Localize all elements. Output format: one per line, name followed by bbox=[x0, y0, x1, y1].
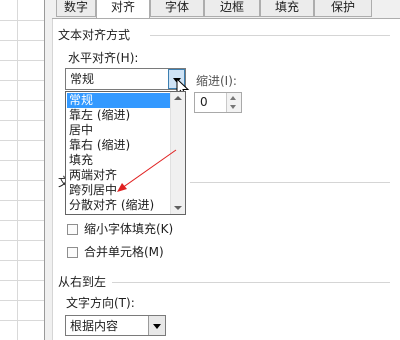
scroll-down-icon[interactable] bbox=[174, 206, 182, 210]
dropdown-button[interactable] bbox=[148, 316, 165, 335]
text-direction-select[interactable]: 根据内容 bbox=[65, 315, 166, 336]
shrink-to-fit-label: 缩小字体填充(K) bbox=[84, 222, 174, 236]
arrow-down-icon bbox=[230, 105, 236, 109]
option-left-indent[interactable]: 靠左 (缩进) bbox=[67, 108, 173, 123]
indent-spinner[interactable]: 0 bbox=[194, 92, 242, 113]
text-direction-value: 根据内容 bbox=[70, 319, 119, 333]
tab-label: 数字 bbox=[63, 0, 88, 14]
tab-number[interactable]: 数字 bbox=[56, 0, 96, 17]
right-to-left-section-title: 从右到左 bbox=[58, 275, 107, 289]
scroll-up-icon[interactable] bbox=[174, 96, 182, 100]
annotation-arrow-line bbox=[121, 149, 177, 189]
option-center[interactable]: 居中 bbox=[67, 123, 173, 138]
tab-protection[interactable]: 保护 bbox=[314, 0, 372, 17]
text-direction-label: 文字方向(T): bbox=[66, 296, 135, 310]
horizontal-alignment-select[interactable]: 常规 bbox=[65, 68, 186, 90]
spinner-arrows[interactable] bbox=[226, 93, 241, 112]
arrow-up-icon bbox=[230, 96, 236, 100]
section-divider bbox=[112, 282, 390, 283]
tab-alignment[interactable]: 对齐 bbox=[96, 0, 150, 18]
indent-value: 0 bbox=[200, 95, 208, 109]
horizontal-alignment-value: 常规 bbox=[70, 72, 95, 86]
tab-label: 保护 bbox=[330, 0, 355, 14]
tab-border[interactable]: 边框 bbox=[204, 0, 260, 17]
tab-label: 对齐 bbox=[110, 0, 135, 14]
grid-line bbox=[17, 0, 18, 340]
tab-label: 字体 bbox=[164, 0, 189, 14]
section-divider bbox=[150, 35, 390, 36]
tab-fill[interactable]: 填充 bbox=[260, 0, 314, 17]
option-distributed-indent[interactable]: 分散对齐 (缩进) bbox=[67, 198, 173, 213]
option-general[interactable]: 常规 bbox=[67, 93, 173, 108]
tab-label: 边框 bbox=[219, 0, 244, 14]
merge-cells-label: 合并单元格(M) bbox=[84, 245, 164, 259]
annotation-arrow-head bbox=[117, 183, 127, 192]
tab-font[interactable]: 字体 bbox=[150, 0, 204, 17]
tab-label: 填充 bbox=[274, 0, 299, 14]
section-divider bbox=[190, 182, 390, 183]
merge-cells-checkbox[interactable] bbox=[67, 247, 78, 258]
horizontal-alignment-label: 水平对齐(H): bbox=[68, 51, 139, 65]
text-alignment-section-title: 文本对齐方式 bbox=[58, 28, 131, 42]
shrink-to-fit-checkbox[interactable] bbox=[67, 224, 78, 235]
tab-strip: 数字 对齐 字体 边框 填充 保护 bbox=[52, 0, 400, 19]
annotation-arrow-icon bbox=[117, 149, 177, 192]
chevron-down-icon bbox=[153, 324, 161, 329]
indent-label: 缩进(I): bbox=[196, 74, 237, 88]
